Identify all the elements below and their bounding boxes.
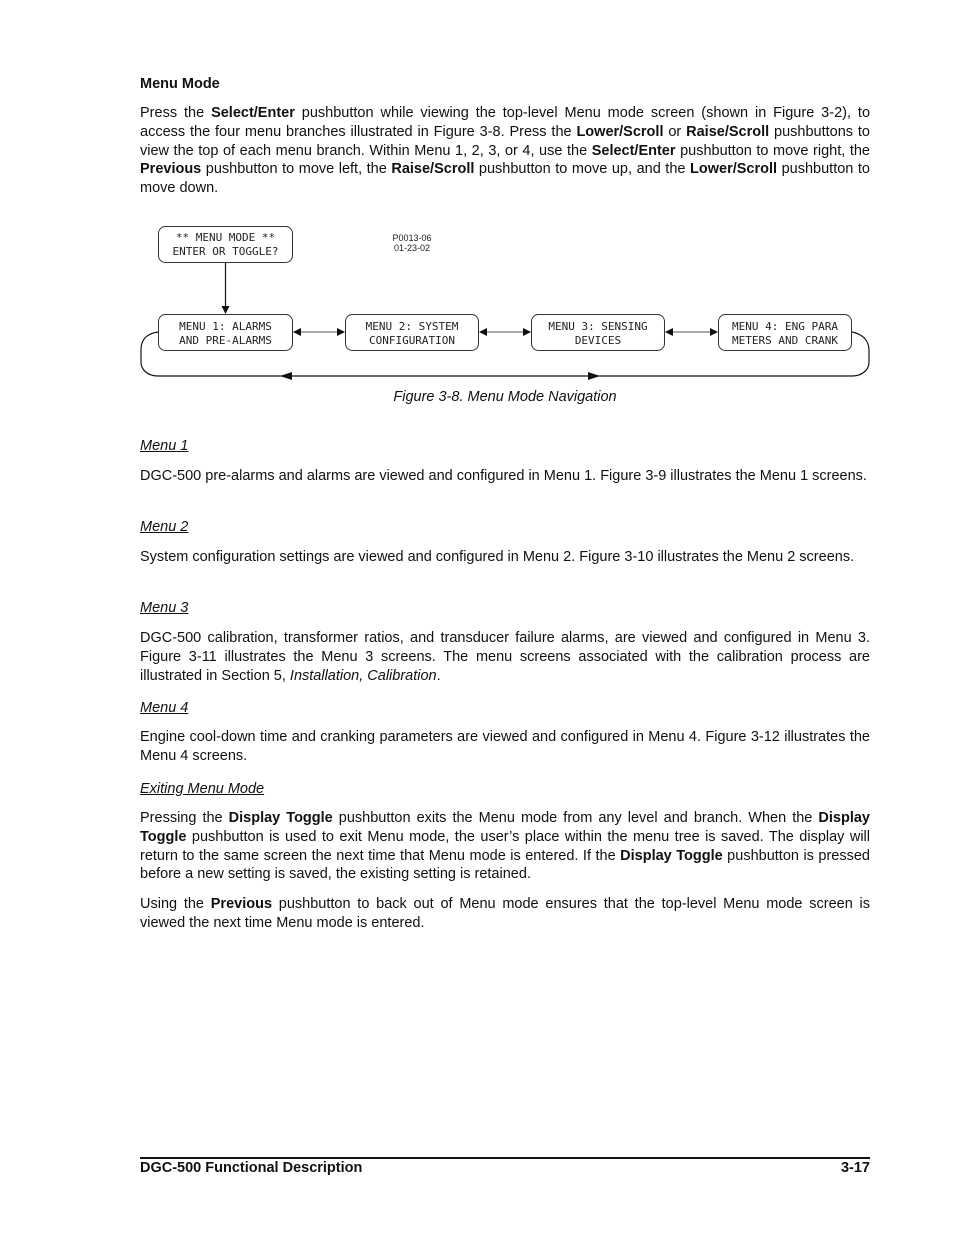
- menu-4-paragraph: Engine cool-down time and cranking param…: [140, 728, 870, 766]
- svg-text:CONFIGURATION: CONFIGURATION: [369, 334, 455, 347]
- menu-mode-box-line1: ** MENU MODE **: [176, 231, 275, 244]
- menu-navigation-diagram: ** MENU MODE ** ENTER OR TOGGLE? P0013-0…: [140, 226, 870, 380]
- footer-title: DGC-500 Functional Description: [140, 1160, 363, 1176]
- loop-arrow-left: [280, 372, 292, 380]
- bold-term: Previous: [210, 896, 273, 912]
- drawing-code-line1: P0013-06: [392, 233, 431, 243]
- svg-text:MENU 2: SYSTEM: MENU 2: SYSTEM: [366, 320, 459, 333]
- menu-mode-box-line2: ENTER OR TOGGLE?: [173, 245, 279, 258]
- subhead-menu-1: Menu 1: [140, 438, 189, 454]
- closing-paragraph: Using the Previous pushbutton to back ou…: [140, 895, 870, 933]
- loop-arrow-right: [588, 372, 600, 380]
- svg-text:AND PRE-ALARMS: AND PRE-ALARMS: [179, 334, 272, 347]
- exiting-paragraph: Pressing the Display Toggle pushbutton e…: [140, 809, 870, 884]
- text-run: Engine cool-down time and cranking param…: [140, 729, 870, 764]
- menu-box-1: MENU 1: ALARMS AND PRE-ALARMS: [158, 314, 293, 351]
- menu-3-paragraph: DGC-500 calibration, transformer ratios,…: [140, 629, 870, 685]
- text-run: DGC-500 calibration, transformer ratios,…: [140, 630, 870, 684]
- menu-2-paragraph: System configuration settings are viewed…: [140, 548, 870, 567]
- text-run: System configuration settings are viewed…: [140, 549, 855, 565]
- figure-caption: Figure 3-8. Menu Mode Navigation: [393, 389, 617, 405]
- bold-term: Display Toggle: [228, 810, 333, 826]
- bold-term: Display Toggle: [620, 847, 723, 864]
- menu-1-paragraph: DGC-500 pre-alarms and alarms are viewed…: [140, 467, 870, 486]
- subhead-menu-2: Menu 2: [140, 519, 189, 535]
- subhead-menu-4: Menu 4: [140, 700, 189, 716]
- text-run: Pressing the: [140, 810, 229, 826]
- svg-text:METERS AND CRANK: METERS AND CRANK: [732, 334, 838, 347]
- menu-box-3: MENU 3: SENSING DEVICES: [531, 314, 665, 351]
- text-run: pushbutton exits the Menu mode from any …: [332, 810, 819, 826]
- page-number: 3-17: [840, 1160, 870, 1176]
- subhead-menu-3: Menu 3: [140, 600, 189, 616]
- footer-rule: [140, 1157, 870, 1159]
- svg-text:DEVICES: DEVICES: [575, 334, 621, 347]
- svg-text:MENU 3: SENSING: MENU 3: SENSING: [548, 320, 647, 333]
- svg-text:MENU 4: ENG PARA: MENU 4: ENG PARA: [732, 320, 838, 333]
- svg-text:MENU 1: ALARMS: MENU 1: ALARMS: [179, 320, 272, 333]
- menu-box-4: MENU 4: ENG PARA METERS AND CRANK: [718, 314, 852, 351]
- text-run: Using the: [140, 896, 211, 912]
- drawing-code-line2: 01-23-02: [394, 243, 430, 253]
- text-run: .: [436, 667, 441, 684]
- subhead-exiting-menu-mode: Exiting Menu Mode: [140, 781, 265, 797]
- text-run: DGC-500 pre-alarms and alarms are viewed…: [140, 468, 867, 484]
- menu-box-2: MENU 2: SYSTEM CONFIGURATION: [345, 314, 479, 351]
- italic-term: Installation, Calibration: [289, 667, 437, 684]
